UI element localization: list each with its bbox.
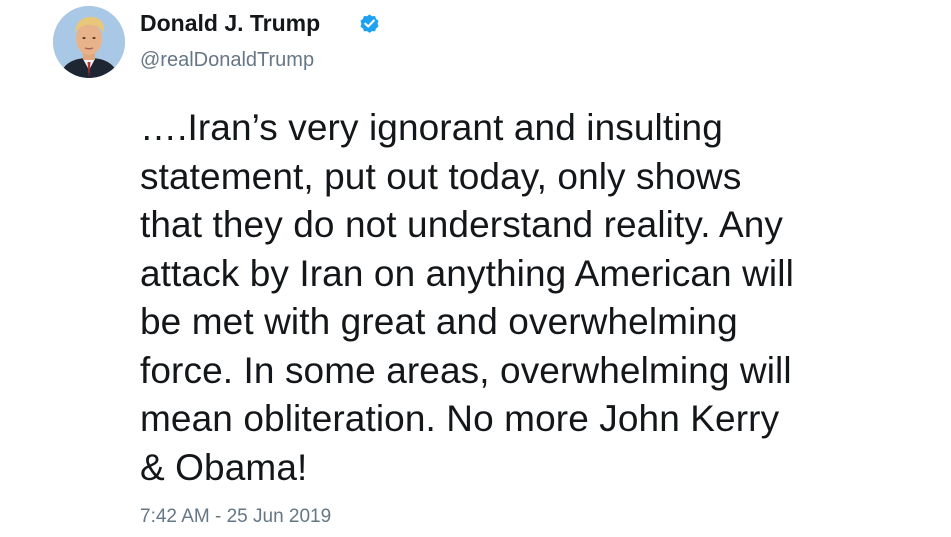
avatar[interactable] <box>53 6 125 78</box>
profile-photo-icon <box>53 6 125 78</box>
author-name[interactable]: Donald J. Trump <box>140 10 320 37</box>
tweet-text: ….Iran’s very ignorant and insulting sta… <box>140 107 794 488</box>
tweet: Donald J. Trump @realDonaldTrump ….Iran’… <box>0 0 951 537</box>
author-handle[interactable]: @realDonaldTrump <box>140 49 314 72</box>
tweet-timestamp[interactable]: 7:42 AM - 25 Jun 2019 <box>140 506 331 528</box>
verified-badge-icon <box>360 14 379 33</box>
